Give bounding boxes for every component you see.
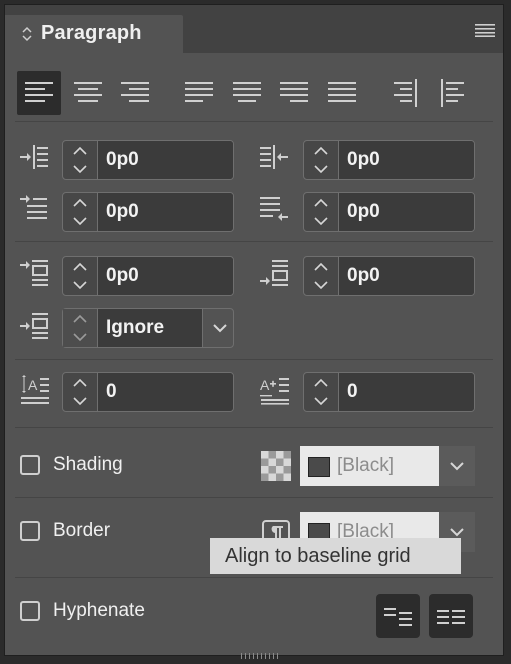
justify-center-button[interactable] (225, 71, 269, 115)
hyphenate-label: Hyphenate (53, 600, 145, 621)
align-left-icon (25, 82, 53, 102)
chevron-down-icon (450, 462, 464, 471)
stepper-arrows[interactable] (63, 257, 98, 295)
panel-menu-icon[interactable] (475, 23, 495, 37)
hyphenate-checkbox[interactable] (20, 601, 40, 621)
shading-label: Shading (53, 454, 123, 475)
align-right-button[interactable] (113, 71, 157, 115)
divider (15, 359, 493, 360)
space-before-icon (20, 260, 48, 286)
span-columns-icon (20, 313, 48, 339)
stepper-arrows-icon (314, 146, 328, 174)
panel-titlebar: Paragraph (5, 5, 503, 53)
shading-color-dropdown[interactable] (439, 446, 475, 486)
right-indent-field[interactable]: 0p0 (303, 140, 475, 180)
stepper-arrows-icon (73, 262, 87, 290)
left-indent-icon (20, 145, 48, 169)
svg-text:A: A (260, 377, 270, 393)
tooltip: Align to baseline grid (210, 538, 461, 574)
justify-center-icon (233, 82, 261, 102)
stepper-arrows-icon (314, 198, 328, 226)
first-line-indent-field[interactable]: 0p0 (62, 192, 234, 232)
shading-color-value: [Black] (337, 455, 395, 476)
shading-checkbox[interactable] (20, 455, 40, 475)
space-before-field[interactable]: 0p0 (62, 256, 234, 296)
stepper-arrows[interactable] (304, 373, 339, 411)
justify-right-icon (280, 82, 308, 102)
divider (15, 577, 493, 578)
panel-title: Paragraph (41, 22, 142, 44)
justify-all-icon (328, 82, 356, 102)
stepper-arrows[interactable] (63, 141, 98, 179)
shading-color-icon (261, 451, 291, 481)
right-indent-icon (260, 145, 288, 169)
border-label: Border (53, 520, 111, 541)
drop-cap-lines-value[interactable]: 0 (98, 373, 233, 411)
space-after-value[interactable]: 0p0 (339, 257, 474, 295)
drop-cap-lines-field[interactable]: 0 (62, 372, 234, 412)
justify-left-button[interactable] (177, 71, 221, 115)
stepper-arrows-icon (314, 378, 328, 406)
panel-tab[interactable]: Paragraph (5, 15, 183, 53)
resize-grip-icon[interactable] (239, 653, 283, 659)
align-center-icon (74, 82, 102, 102)
svg-text:A: A (28, 377, 38, 393)
stepper-arrows[interactable] (304, 193, 339, 231)
do-not-align-to-baseline-grid-button[interactable] (376, 594, 420, 638)
first-line-indent-icon (20, 195, 47, 219)
drop-cap-characters-field[interactable]: 0 (303, 372, 475, 412)
stepper-arrows[interactable] (304, 141, 339, 179)
align-right-icon (121, 82, 149, 102)
span-columns-dropdown[interactable]: Ignore (62, 308, 234, 348)
drop-cap-characters-value[interactable]: 0 (339, 373, 474, 411)
space-before-value[interactable]: 0p0 (98, 257, 233, 295)
stepper-arrows[interactable] (304, 257, 339, 295)
align-to-baseline-grid-button[interactable] (429, 594, 473, 638)
right-indent-value[interactable]: 0p0 (339, 141, 474, 179)
last-line-indent-value[interactable]: 0p0 (339, 193, 474, 231)
stepper-arrows[interactable] (63, 193, 98, 231)
span-columns-value[interactable]: Ignore (98, 309, 202, 347)
stepper-arrows-icon (73, 198, 87, 226)
justify-all-button[interactable] (320, 71, 364, 115)
align-toward-spine-icon (394, 79, 417, 107)
stepper-arrows-icon (73, 314, 87, 342)
shading-color-field[interactable]: [Black] (300, 446, 439, 486)
stepper-arrows[interactable] (63, 373, 98, 411)
drop-cap-characters-icon: A (260, 377, 289, 405)
collapse-toggle-icon[interactable] (19, 26, 35, 42)
last-line-indent-field[interactable]: 0p0 (303, 192, 475, 232)
border-checkbox[interactable] (20, 521, 40, 541)
space-after-icon (260, 260, 288, 286)
first-line-indent-value[interactable]: 0p0 (98, 193, 233, 231)
divider (15, 121, 493, 122)
no-baseline-grid-icon (384, 608, 412, 626)
divider (15, 241, 493, 242)
stepper-arrows-icon (314, 262, 328, 290)
stepper-arrows[interactable] (63, 309, 98, 347)
align-away-from-spine-button[interactable] (431, 71, 475, 115)
align-left-button[interactable] (17, 71, 61, 115)
align-toward-spine-button[interactable] (383, 71, 427, 115)
stepper-arrows-icon (73, 146, 87, 174)
shading-swatch (308, 457, 330, 477)
divider (15, 497, 493, 498)
stepper-arrows-icon (73, 378, 87, 406)
last-line-indent-icon (260, 197, 288, 221)
span-columns-dropdown-button[interactable] (202, 309, 239, 347)
justify-right-button[interactable] (272, 71, 316, 115)
drop-cap-lines-icon: A (21, 375, 49, 404)
align-away-from-spine-icon (441, 79, 464, 107)
baseline-grid-icon (437, 610, 465, 624)
space-after-field[interactable]: 0p0 (303, 256, 475, 296)
left-indent-value[interactable]: 0p0 (98, 141, 233, 179)
divider (15, 427, 493, 428)
left-indent-field[interactable]: 0p0 (62, 140, 234, 180)
align-center-button[interactable] (66, 71, 110, 115)
justify-left-icon (185, 82, 213, 102)
chevron-down-icon (213, 324, 227, 333)
